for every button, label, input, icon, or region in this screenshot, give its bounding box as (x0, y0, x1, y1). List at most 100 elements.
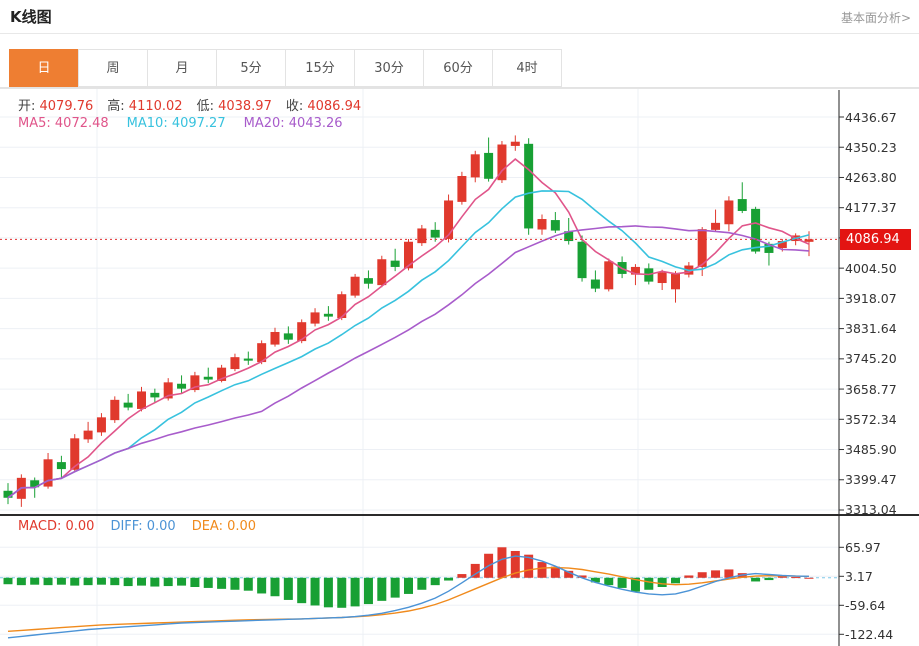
candle-body (444, 200, 454, 239)
ohlc-readout: 开: 4079.76 高: 4110.02 低: 4038.97 收: 4086.94 (18, 95, 361, 114)
candle-body (537, 219, 547, 230)
candle-body (377, 259, 387, 286)
candle-body (671, 273, 680, 290)
ohlc-row-item-2: 低: 4038.97 (196, 99, 272, 114)
ma-row-item-1: MA10: 4097.27 (126, 116, 226, 131)
candle-body (550, 220, 560, 231)
ma-row-item-0: MA5: 4072.48 (18, 116, 109, 131)
macd-hist-bar (764, 577, 774, 581)
macd-hist-bar (190, 577, 200, 587)
macd-hist-bar (457, 574, 467, 578)
tab-timeframe-1[interactable]: 日 (9, 49, 79, 87)
price-axis-label: 3485.90 (845, 442, 897, 458)
price-axis-label: 4350.23 (845, 139, 897, 155)
candle-body (56, 462, 66, 470)
tab-timeframe-7[interactable]: 60分 (423, 49, 493, 87)
macd-hist-bar (751, 577, 761, 582)
macd-hist-bar (350, 577, 360, 607)
macd-hist-bar (430, 577, 440, 586)
tab-timeframe-2[interactable]: 周 (78, 49, 148, 87)
candle-body (363, 278, 373, 284)
ohlc-row-item-3: 收: 4086.94 (285, 99, 362, 114)
macd-hist-bar (123, 577, 133, 587)
candle-body (310, 312, 320, 324)
ohlc-row-item-1: 高: 4110.02 (107, 99, 183, 114)
tab-timeframe-3[interactable]: 月 (147, 49, 217, 87)
macd-hist-bar (444, 577, 454, 581)
candle-body (737, 199, 747, 211)
macd-hist-bar (497, 547, 507, 578)
diff-line (7, 555, 810, 639)
macd-hist-bar (163, 577, 173, 587)
macd-axis-label: -59.64 (845, 597, 886, 613)
macd-hist-bar (137, 577, 146, 586)
tab-timeframe-5[interactable]: 15分 (285, 49, 355, 87)
macd-hist-bar (671, 577, 680, 584)
candle-body (751, 208, 761, 252)
macd-hist-bar (230, 577, 240, 590)
candle-body (283, 333, 293, 340)
macd-hist-bar (310, 577, 320, 606)
macd-hist-bar (604, 577, 614, 586)
candle-body (123, 402, 133, 408)
price-axis-label: 3918.07 (845, 290, 897, 306)
ohlc-row-item-0: 开: 4079.76 (18, 99, 94, 114)
candle-body (3, 490, 13, 498)
candle-body (470, 154, 480, 178)
macd-hist-bar (297, 577, 307, 604)
macd-row-item-1: DIFF: 0.00 (110, 519, 176, 534)
macd-hist-bar (270, 577, 280, 597)
macd-hist-bar (323, 577, 333, 608)
candle-body (590, 279, 600, 289)
candle-body (243, 358, 253, 361)
macd-hist-bar (3, 577, 13, 585)
macd-axis-label: 3.17 (845, 568, 873, 584)
candle-body (110, 399, 120, 421)
fundamental-analysis-link[interactable]: 基本面分析> (841, 9, 911, 26)
price-axis-label: 4263.80 (845, 169, 897, 185)
macd-hist-bar (791, 577, 801, 579)
tab-timeframe-6[interactable]: 30分 (354, 49, 424, 87)
candle-body (510, 141, 520, 146)
macd-hist-bar (56, 577, 66, 585)
candle-body (297, 322, 307, 342)
macd-hist-bar (617, 577, 627, 588)
candle-body (657, 272, 667, 284)
macd-chart-canvas[interactable] (0, 515, 919, 646)
candle-body (177, 383, 187, 389)
macd-hist-bar (537, 562, 547, 578)
price-axis-label: 3399.47 (845, 472, 897, 488)
macd-hist-bar (804, 577, 814, 579)
macd-hist-bar (177, 577, 187, 586)
candle-body (524, 143, 534, 229)
macd-hist-bar (377, 577, 387, 601)
macd-hist-bar (43, 577, 53, 586)
candle-body (137, 391, 146, 409)
macd-hist-bar (644, 577, 654, 590)
price-axis-label: 4177.37 (845, 200, 897, 216)
candlestick-chart-canvas[interactable] (0, 88, 919, 515)
macd-row-item-0: MACD: 0.00 (18, 519, 95, 534)
macd-hist-bar (150, 577, 160, 587)
candle-body (484, 152, 494, 179)
price-axis-label: 3658.77 (845, 381, 897, 397)
macd-hist-bar (203, 577, 213, 588)
candle-body (150, 392, 160, 398)
ma-line-10 (7, 190, 810, 499)
macd-hist-bar (417, 577, 427, 590)
candle-body (96, 417, 106, 433)
macd-hist-bar (337, 577, 347, 608)
candle-body (203, 376, 213, 380)
page-title: K线图 (10, 8, 52, 26)
price-axis-label: 3745.20 (845, 351, 897, 367)
ma-readout: MA5: 4072.48 MA10: 4097.27 MA20: 4043.26 (18, 116, 343, 131)
tab-timeframe-8[interactable]: 4时 (492, 49, 562, 87)
header-divider (0, 33, 919, 34)
tab-timeframe-4[interactable]: 5分 (216, 49, 286, 87)
price-axis-label: 4436.67 (845, 109, 897, 125)
current-price-tag: 4086.94 (840, 228, 911, 250)
macd-hist-bar (110, 577, 120, 586)
candle-body (417, 228, 427, 244)
macd-hist-bar (30, 577, 40, 585)
macd-hist-bar (404, 577, 413, 594)
